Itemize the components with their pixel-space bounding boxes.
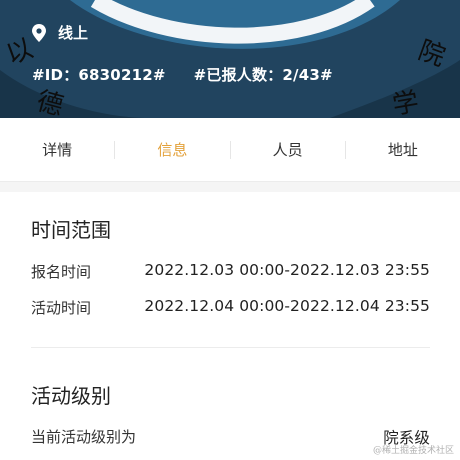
section-divider bbox=[31, 347, 430, 348]
tab-info[interactable]: 信息 bbox=[115, 118, 229, 182]
activity-time-label: 活动时间 bbox=[31, 299, 92, 317]
activity-time-value: 2022.12.04 00:00-2022.12.04 23:55 bbox=[144, 297, 430, 315]
section-gap bbox=[0, 182, 460, 192]
tab-details[interactable]: 详情 bbox=[0, 118, 114, 182]
banner-background-image: 以 德 学 院 bbox=[0, 0, 460, 118]
time-range-title: 时间范围 bbox=[31, 218, 111, 242]
watermark: @稀土掘金技术社区 bbox=[372, 446, 454, 456]
svg-text:学: 学 bbox=[390, 87, 421, 118]
banner-meta-row: #ID：6830212# #已报人数：2/43# bbox=[32, 64, 333, 85]
level-label: 当前活动级别为 bbox=[31, 428, 137, 446]
level-title: 活动级别 bbox=[31, 384, 111, 408]
tab-bar: 详情 信息 人员 地址 bbox=[0, 118, 460, 182]
signup-time-label: 报名时间 bbox=[31, 263, 92, 281]
signup-count: #已报人数：2/43# bbox=[193, 66, 333, 84]
activity-time-row: 活动时间 2022.12.04 00:00-2022.12.04 23:55 bbox=[31, 297, 430, 318]
activity-banner: 以 德 学 院 线上 #ID：6830212# #已报人数：2/43# bbox=[0, 0, 460, 118]
location-row: 线上 bbox=[32, 22, 88, 43]
level-row: 当前活动级别为 院系级 bbox=[31, 426, 430, 448]
tab-members[interactable]: 人员 bbox=[231, 118, 345, 182]
activity-id: #ID：6830212# bbox=[32, 66, 166, 84]
location-text: 线上 bbox=[58, 24, 89, 42]
signup-time-row: 报名时间 2022.12.03 00:00-2022.12.03 23:55 bbox=[31, 261, 430, 282]
signup-time-value: 2022.12.03 00:00-2022.12.03 23:55 bbox=[144, 261, 430, 279]
tab-address[interactable]: 地址 bbox=[346, 118, 460, 182]
location-pin-icon bbox=[32, 23, 46, 42]
